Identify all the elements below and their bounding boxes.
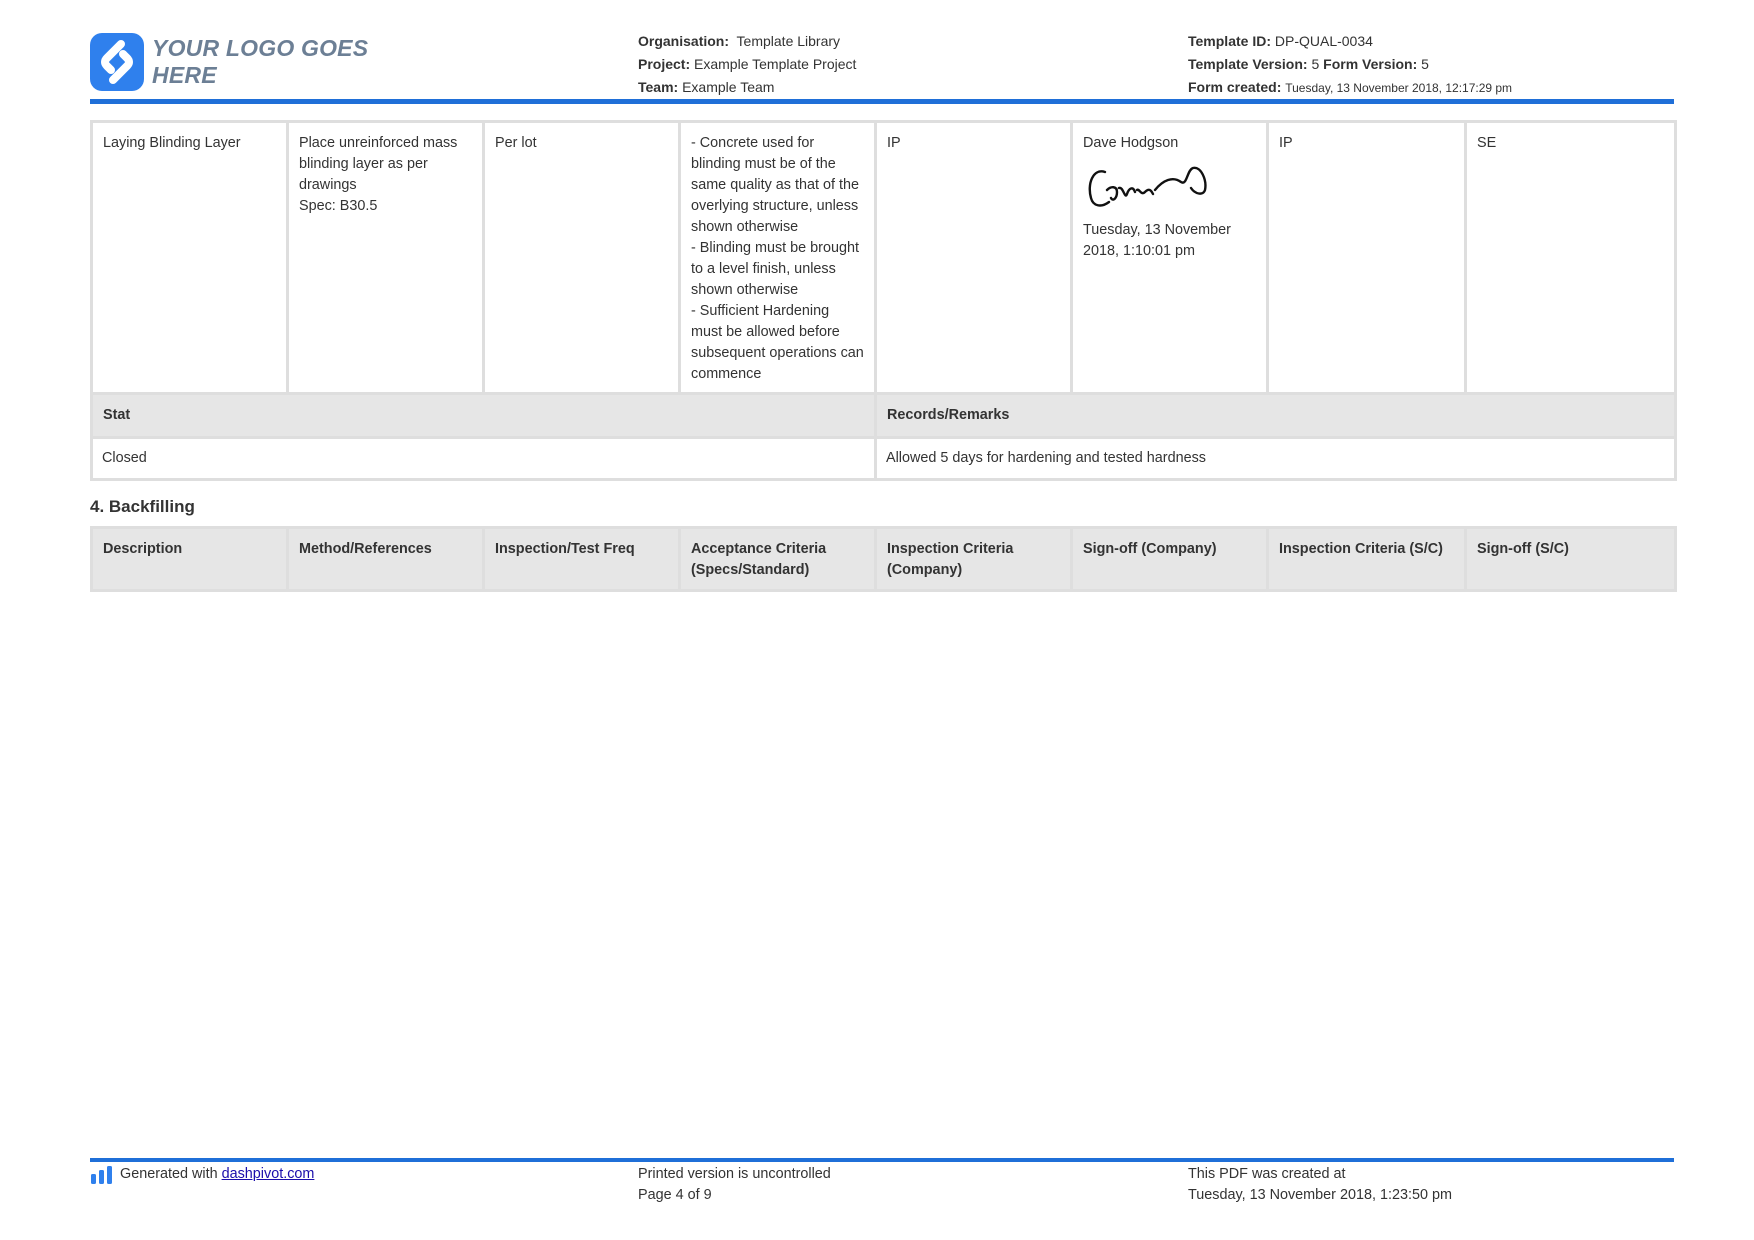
column-header-inspection-company: Inspection Criteria (Company) <box>874 526 1073 592</box>
stat-value: Closed <box>90 436 877 481</box>
acceptance-line: - Blinding must be brought to a level fi… <box>691 240 859 298</box>
section-title: 4. Backfilling <box>90 497 195 516</box>
team-value: Example Team <box>682 79 775 95</box>
dashpivot-link[interactable]: dashpivot.com <box>222 1164 315 1185</box>
inspection-sc-text: IP <box>1279 135 1293 151</box>
signature-image <box>1088 166 1207 207</box>
form-created-label: Form created: <box>1188 79 1282 95</box>
table-row: Laying Blinding Layer Place unreinforced… <box>90 120 1677 396</box>
column-header-method: Method/References <box>286 526 485 592</box>
generated-prefix: Generated with <box>120 1166 218 1182</box>
description-text: Laying Blinding Layer <box>103 135 241 151</box>
stat-header: Stat <box>90 392 877 439</box>
logo-s-icon <box>90 33 145 91</box>
template-id-label: Template ID: <box>1188 33 1271 49</box>
form-created-value: Tuesday, 13 November 2018, 12:17:29 pm <box>1285 81 1513 95</box>
acceptance-cell: - Concrete used for blinding must be of … <box>678 120 877 396</box>
inspection-sc-cell: IP <box>1266 120 1467 396</box>
frequency-text: Per lot <box>495 135 537 151</box>
signoff-date: Tuesday, 13 November 2018, 1:10:01 pm <box>1083 222 1231 259</box>
signoff-company-cell: Dave Hodgson Tuesday, 13 November 2018, … <box>1070 120 1269 396</box>
footer-divider <box>90 1158 1674 1162</box>
logo-text: YOUR LOGO GOES HERE <box>152 35 369 88</box>
backfilling-table-header: Description Method/References Inspection… <box>90 526 1677 592</box>
page-footer: Generated with dashpivot.com Printed ver… <box>90 1164 1674 1214</box>
description-cell: Laying Blinding Layer <box>90 120 289 396</box>
method-cell: Place unreinforced mass blinding layer a… <box>286 120 485 396</box>
organisation-value: Template Library <box>736 33 841 49</box>
inspection-company-text: IP <box>887 135 901 151</box>
uncontrolled-note: Printed version is uncontrolled <box>638 1166 831 1182</box>
column-header-inspection-sc: Inspection Criteria (S/C) <box>1266 526 1467 592</box>
page-number: Page 4 of 9 <box>638 1187 712 1203</box>
project-value: Example Template Project <box>694 56 857 72</box>
remarks-header: Records/Remarks <box>874 392 1677 439</box>
organisation-label: Organisation: <box>638 33 730 49</box>
form-version-value: 5 <box>1421 56 1429 72</box>
frequency-cell: Per lot <box>482 120 681 396</box>
template-version-label: Template Version: <box>1188 56 1308 72</box>
company-logo: YOUR LOGO GOES HERE <box>90 32 420 92</box>
remarks-value: Allowed 5 days for hardening and tested … <box>874 436 1677 481</box>
column-header-frequency: Inspection/Test Freq <box>482 526 681 592</box>
method-line: Place unreinforced mass blinding layer a… <box>299 135 458 193</box>
template-version-value: 5 <box>1311 56 1320 72</box>
form-version-label: Form Version: <box>1323 56 1418 72</box>
acceptance-line: - Sufficient Hardening must be allowed b… <box>691 303 864 382</box>
header-template-info: Template ID: DP-QUAL-0034 Template Versi… <box>1188 30 1512 100</box>
footer-print-info: Printed version is uncontrolled Page 4 o… <box>638 1164 831 1206</box>
status-header-row: Stat Records/Remarks <box>90 392 1677 439</box>
team-label: Team: <box>638 79 679 95</box>
column-header-description: Description <box>90 526 289 592</box>
template-id-value: DP-QUAL-0034 <box>1274 33 1373 49</box>
status-table: Stat Records/Remarks Closed Allowed 5 da… <box>90 392 1677 481</box>
bar-chart-icon <box>91 1165 112 1184</box>
column-header-row: Description Method/References Inspection… <box>90 526 1677 592</box>
acceptance-line: - Concrete used for blinding must be of … <box>691 135 859 235</box>
column-header-signoff-company: Sign-off (Company) <box>1070 526 1269 592</box>
status-value-row: Closed Allowed 5 days for hardening and … <box>90 436 1677 481</box>
footer-generated: Generated with dashpivot.com <box>90 1164 314 1185</box>
footer-pdf-info: This PDF was created at Tuesday, 13 Nove… <box>1188 1164 1452 1206</box>
pdf-created-label: This PDF was created at <box>1188 1166 1346 1182</box>
signoff-name: Dave Hodgson <box>1083 135 1179 151</box>
header-project-info: Organisation: Template Library Project: … <box>638 30 856 99</box>
method-line: Spec: B30.5 <box>299 198 378 214</box>
inspection-company-cell: IP <box>874 120 1073 396</box>
page-header: YOUR LOGO GOES HERE Organisation: Templa… <box>90 28 1674 102</box>
signoff-sc-cell: SE <box>1464 120 1677 396</box>
column-header-acceptance: Acceptance Criteria (Specs/Standard) <box>678 526 877 592</box>
project-label: Project: <box>638 56 691 72</box>
signoff-sc-text: SE <box>1477 135 1497 151</box>
header-divider <box>90 99 1674 104</box>
pdf-created-value: Tuesday, 13 November 2018, 1:23:50 pm <box>1188 1187 1452 1203</box>
column-header-signoff-sc: Sign-off (S/C) <box>1464 526 1677 592</box>
checklist-item-table: Laying Blinding Layer Place unreinforced… <box>90 120 1677 396</box>
